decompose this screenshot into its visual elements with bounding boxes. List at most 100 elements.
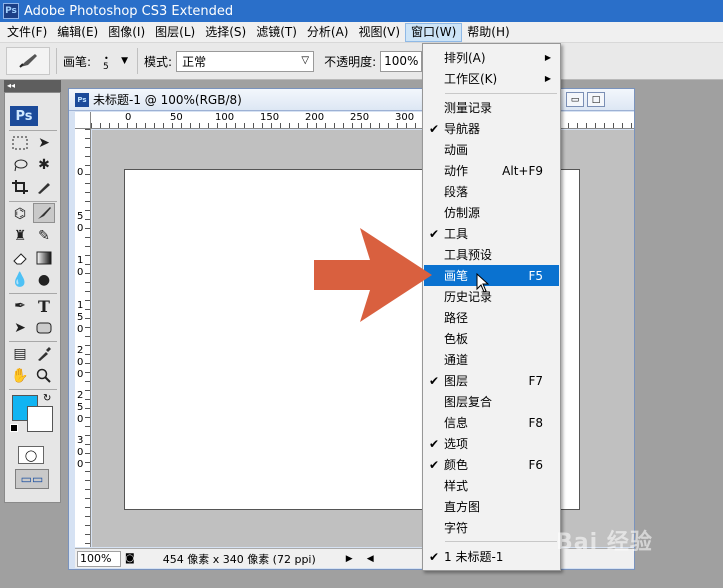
gradient-tool[interactable]: [33, 248, 55, 268]
swap-colors-icon[interactable]: ↻: [43, 393, 51, 404]
ruler-tick: 250: [350, 112, 370, 123]
default-colors-icon[interactable]: [10, 424, 18, 432]
menu-item-swatches[interactable]: 色板: [424, 328, 559, 349]
crop-tool[interactable]: [9, 177, 31, 197]
menu-item-open-document[interactable]: ✔ 1 未标题-1: [424, 546, 559, 567]
clone-stamp-tool[interactable]: ♜: [9, 226, 31, 246]
ruler-tick: 0: [125, 112, 132, 123]
ruler-tick: 150: [260, 112, 280, 123]
menu-help[interactable]: 帮助(H): [462, 23, 514, 42]
status-menu-icon[interactable]: ◙: [125, 553, 135, 564]
history-brush-icon: ✎: [38, 228, 50, 244]
brush-tool[interactable]: [33, 203, 55, 223]
path-selection-tool[interactable]: ➤: [9, 318, 31, 338]
menu-item-layers[interactable]: ✔ 图层 F7: [424, 370, 559, 391]
menu-item-paragraph[interactable]: 段落: [424, 181, 559, 202]
document-title: 未标题-1 @ 100%(RGB/8): [93, 93, 242, 107]
slice-tool[interactable]: [33, 177, 55, 197]
ruler-origin[interactable]: [75, 112, 91, 129]
scroll-left-icon[interactable]: ◀: [367, 554, 374, 564]
opacity-input[interactable]: 100%: [380, 50, 423, 72]
menu-item-label: 信息: [444, 416, 469, 430]
ruler-tick: 0: [77, 369, 84, 380]
menu-item-actions[interactable]: 动作 Alt+F9: [424, 160, 559, 181]
menu-item-options[interactable]: ✔ 选项: [424, 433, 559, 454]
ruler-tick: 0: [77, 223, 84, 234]
marquee-tool[interactable]: [9, 133, 31, 153]
document-icon: Ps: [75, 92, 89, 107]
mode-select[interactable]: 正常 ▽: [176, 50, 315, 72]
menu-item-character[interactable]: 字符: [424, 517, 559, 538]
watermark-logo: Bai 经验: [556, 530, 653, 555]
hand-tool[interactable]: ✋: [9, 366, 31, 386]
eyedropper-icon: [38, 347, 51, 361]
pen-tool[interactable]: ✒: [9, 296, 31, 316]
move-tool[interactable]: ➤: [33, 133, 55, 153]
ruler-tick: 0: [77, 414, 84, 425]
menu-item-paths[interactable]: 路径: [424, 307, 559, 328]
menu-select[interactable]: 选择(S): [200, 23, 251, 42]
zoom-field[interactable]: 100%: [77, 550, 121, 567]
menu-item-color[interactable]: ✔ 颜色 F6: [424, 454, 559, 475]
menu-item-label: 图层复合: [444, 395, 493, 409]
photoshop-logo[interactable]: Ps: [10, 106, 38, 126]
menu-item-arrange[interactable]: 排列(A) ▶: [424, 47, 559, 68]
notes-tool[interactable]: ▤: [9, 344, 31, 364]
background-color-swatch[interactable]: [27, 406, 53, 432]
magic-wand-tool[interactable]: ✱: [33, 155, 55, 175]
lasso-tool[interactable]: [9, 155, 31, 175]
menu-item-label: 导航器: [444, 122, 481, 136]
menu-item-label: 工具: [444, 227, 469, 241]
ruler-tick: 1: [77, 300, 84, 311]
vertical-ruler[interactable]: 0 5 0 1 0 1 5 0 2 0 0 2 5 0 3 0 0: [75, 129, 91, 547]
menu-item-tool-presets[interactable]: 工具预设: [424, 244, 559, 265]
document-maximize-button[interactable]: □: [587, 92, 605, 107]
menu-item-label: 选项: [444, 437, 469, 451]
menu-item-navigator[interactable]: ✔ 导航器: [424, 118, 559, 139]
ruler-tick: 2: [77, 390, 84, 401]
menu-analysis[interactable]: 分析(A): [302, 23, 354, 42]
history-brush-tool[interactable]: ✎: [33, 226, 55, 246]
eyedropper-tool[interactable]: [33, 344, 55, 364]
tool-preset-picker[interactable]: [6, 47, 50, 75]
menu-edit[interactable]: 编辑(E): [52, 23, 103, 42]
menu-item-history[interactable]: 历史记录: [424, 286, 559, 307]
menu-window[interactable]: 窗口(W): [405, 22, 463, 42]
menu-item-label: 仿制源: [444, 206, 481, 220]
menu-item-animation[interactable]: 动画: [424, 139, 559, 160]
tools-panel-handle[interactable]: ◂◂: [4, 80, 61, 92]
menu-item-info[interactable]: 信息 F8: [424, 412, 559, 433]
menu-item-workspace[interactable]: 工作区(K) ▶: [424, 68, 559, 89]
menu-item-label: 工具预设: [444, 248, 493, 262]
menu-item-tools[interactable]: ✔ 工具: [424, 223, 559, 244]
quick-mask-button[interactable]: ◯: [18, 446, 44, 464]
menu-layer[interactable]: 图层(L): [150, 23, 200, 42]
screen-mode-button[interactable]: ▭▭: [15, 469, 49, 489]
zoom-tool[interactable]: [33, 366, 55, 386]
gradient-icon: [36, 251, 52, 265]
restore-icon: ▭: [570, 94, 580, 105]
stamp-icon: ♜: [13, 228, 27, 244]
blur-tool[interactable]: 💧: [9, 270, 31, 290]
menu-item-styles[interactable]: 样式: [424, 475, 559, 496]
menu-item-clone-source[interactable]: 仿制源: [424, 202, 559, 223]
status-arrow-icon[interactable]: ▶: [346, 554, 353, 564]
menu-item-histogram[interactable]: 直方图: [424, 496, 559, 517]
menu-item-measurement-log[interactable]: 测量记录: [424, 97, 559, 118]
menu-item-layer-comps[interactable]: 图层复合: [424, 391, 559, 412]
document-restore-button[interactable]: ▭: [566, 92, 584, 107]
menu-filter[interactable]: 滤镜(T): [251, 23, 302, 42]
menu-item-channels[interactable]: 通道: [424, 349, 559, 370]
menu-file[interactable]: 文件(F): [2, 23, 52, 42]
healing-brush-tool[interactable]: ⌬: [9, 204, 31, 224]
brush-size-picker[interactable]: • 5 ▼: [91, 48, 131, 74]
magic-wand-icon: ✱: [38, 157, 50, 173]
type-tool[interactable]: T: [33, 296, 55, 316]
menu-view[interactable]: 视图(V): [353, 23, 405, 42]
shape-tool[interactable]: [33, 318, 55, 338]
opacity-label: 不透明度:: [324, 54, 377, 69]
menu-item-brushes[interactable]: 画笔 F5: [424, 265, 559, 286]
dodge-tool[interactable]: ●: [33, 270, 55, 290]
eraser-tool[interactable]: [9, 248, 31, 268]
menu-image[interactable]: 图像(I): [103, 23, 150, 42]
